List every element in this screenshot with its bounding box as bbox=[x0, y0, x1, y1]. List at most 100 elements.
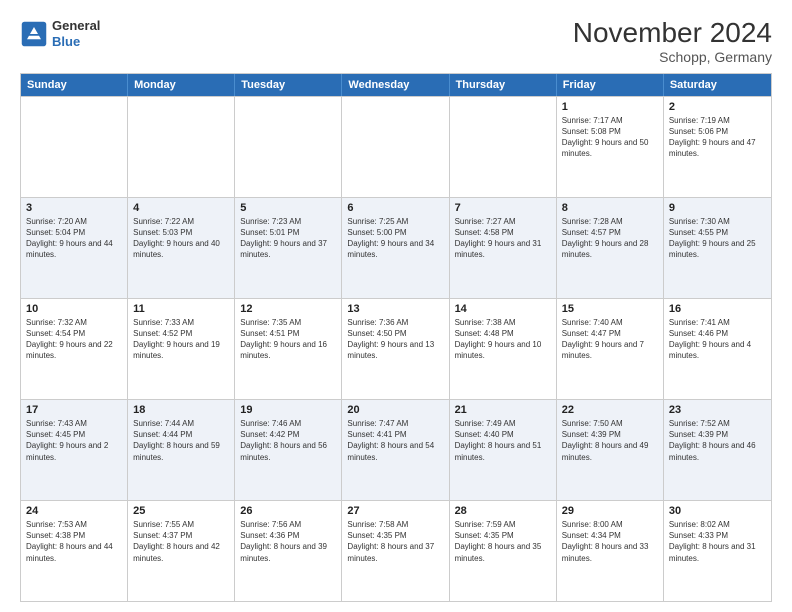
table-row bbox=[128, 97, 235, 197]
day-number: 15 bbox=[562, 303, 658, 315]
day-number: 30 bbox=[669, 505, 766, 517]
calendar-row: 10 Sunrise: 7:32 AMSunset: 4:54 PMDayligh… bbox=[21, 298, 771, 399]
day-number: 13 bbox=[347, 303, 443, 315]
day-number: 24 bbox=[26, 505, 122, 517]
page: General Blue November 2024 Schopp, Germa… bbox=[0, 0, 792, 612]
header-thursday: Thursday bbox=[450, 74, 557, 96]
header: General Blue November 2024 Schopp, Germa… bbox=[20, 18, 772, 65]
header-sunday: Sunday bbox=[21, 74, 128, 96]
table-row: 8Sunrise: 7:28 AMSunset: 4:57 PMDaylight… bbox=[557, 198, 664, 298]
calendar-body: 1 Sunrise: 7:17 AMSunset: 5:08 PMDaylight… bbox=[21, 96, 771, 601]
table-row: 1 Sunrise: 7:17 AMSunset: 5:08 PMDaylight… bbox=[557, 97, 664, 197]
cell-info: Sunrise: 7:50 AMSunset: 4:39 PMDaylight:… bbox=[562, 418, 658, 463]
cell-info: Sunrise: 7:35 AMSunset: 4:51 PMDaylight:… bbox=[240, 317, 336, 362]
cell-info: Sunrise: 7:36 AMSunset: 4:50 PMDaylight:… bbox=[347, 317, 443, 362]
table-row: 23 Sunrise: 7:52 AMSunset: 4:39 PMDayligh… bbox=[664, 400, 771, 500]
cell-info: Sunrise: 7:56 AMSunset: 4:36 PMDaylight:… bbox=[240, 519, 336, 564]
table-row: 11 Sunrise: 7:33 AMSunset: 4:52 PMDayligh… bbox=[128, 299, 235, 399]
month-title: November 2024 bbox=[573, 18, 772, 49]
day-number: 6 bbox=[347, 202, 443, 214]
day-number: 10 bbox=[26, 303, 122, 315]
cell-info: Sunrise: 7:49 AMSunset: 4:40 PMDaylight:… bbox=[455, 418, 551, 463]
calendar-row: 24 Sunrise: 7:53 AMSunset: 4:38 PMDayligh… bbox=[21, 500, 771, 601]
cell-info: Sunrise: 7:52 AMSunset: 4:39 PMDaylight:… bbox=[669, 418, 766, 463]
cell-info: Sunrise: 7:46 AMSunset: 4:42 PMDaylight:… bbox=[240, 418, 336, 463]
cell-info: Sunrise: 7:47 AMSunset: 4:41 PMDaylight:… bbox=[347, 418, 443, 463]
table-row: 7 Sunrise: 7:27 AMSunset: 4:58 PMDaylight… bbox=[450, 198, 557, 298]
cell-info: Sunrise: 7:38 AMSunset: 4:48 PMDaylight:… bbox=[455, 317, 551, 362]
cell-info: Sunrise: 7:27 AMSunset: 4:58 PMDaylight:… bbox=[455, 216, 551, 261]
table-row: 27Sunrise: 7:58 AMSunset: 4:35 PMDayligh… bbox=[342, 501, 449, 601]
table-row: 3 Sunrise: 7:20 AMSunset: 5:04 PMDaylight… bbox=[21, 198, 128, 298]
header-friday: Friday bbox=[557, 74, 664, 96]
day-number: 28 bbox=[455, 505, 551, 517]
table-row: 20 Sunrise: 7:47 AMSunset: 4:41 PMDayligh… bbox=[342, 400, 449, 500]
cell-info: Sunrise: 7:43 AMSunset: 4:45 PMDaylight:… bbox=[26, 418, 122, 463]
cell-info: Sunrise: 7:17 AMSunset: 5:08 PMDaylight:… bbox=[562, 115, 658, 160]
calendar: Sunday Monday Tuesday Wednesday Thursday… bbox=[20, 73, 772, 602]
logo-text: General Blue bbox=[52, 18, 100, 49]
table-row bbox=[21, 97, 128, 197]
table-row: 28 Sunrise: 7:59 AMSunset: 4:35 PMDayligh… bbox=[450, 501, 557, 601]
table-row: 17 Sunrise: 7:43 AMSunset: 4:45 PMDayligh… bbox=[21, 400, 128, 500]
cell-info: Sunrise: 7:22 AMSunset: 5:03 PMDaylight:… bbox=[133, 216, 229, 261]
day-number: 1 bbox=[562, 101, 658, 113]
cell-info: Sunrise: 7:32 AMSunset: 4:54 PMDaylight:… bbox=[26, 317, 122, 362]
cell-info: Sunrise: 7:53 AMSunset: 4:38 PMDaylight:… bbox=[26, 519, 122, 564]
table-row: 9 Sunrise: 7:30 AMSunset: 4:55 PMDaylight… bbox=[664, 198, 771, 298]
calendar-row: 3 Sunrise: 7:20 AMSunset: 5:04 PMDaylight… bbox=[21, 197, 771, 298]
table-row: 22 Sunrise: 7:50 AMSunset: 4:39 PMDayligh… bbox=[557, 400, 664, 500]
cell-info: Sunrise: 7:33 AMSunset: 4:52 PMDaylight:… bbox=[133, 317, 229, 362]
table-row: 21Sunrise: 7:49 AMSunset: 4:40 PMDayligh… bbox=[450, 400, 557, 500]
day-number: 29 bbox=[562, 505, 658, 517]
day-number: 14 bbox=[455, 303, 551, 315]
day-number: 17 bbox=[26, 404, 122, 416]
day-number: 3 bbox=[26, 202, 122, 214]
day-number: 16 bbox=[669, 303, 766, 315]
day-number: 11 bbox=[133, 303, 229, 315]
table-row: 13 Sunrise: 7:36 AMSunset: 4:50 PMDayligh… bbox=[342, 299, 449, 399]
cell-info: Sunrise: 7:25 AMSunset: 5:00 PMDaylight:… bbox=[347, 216, 443, 261]
cell-info: Sunrise: 8:00 AMSunset: 4:34 PMDaylight:… bbox=[562, 519, 658, 564]
day-number: 26 bbox=[240, 505, 336, 517]
cell-info: Sunrise: 7:30 AMSunset: 4:55 PMDaylight:… bbox=[669, 216, 766, 261]
table-row: 5Sunrise: 7:23 AMSunset: 5:01 PMDaylight… bbox=[235, 198, 342, 298]
day-number: 27 bbox=[347, 505, 443, 517]
header-saturday: Saturday bbox=[664, 74, 771, 96]
cell-info: Sunrise: 8:02 AMSunset: 4:33 PMDaylight:… bbox=[669, 519, 766, 564]
day-number: 7 bbox=[455, 202, 551, 214]
cell-info: Sunrise: 7:59 AMSunset: 4:35 PMDaylight:… bbox=[455, 519, 551, 564]
day-number: 18 bbox=[133, 404, 229, 416]
day-number: 8 bbox=[562, 202, 658, 214]
logo: General Blue bbox=[20, 18, 100, 49]
day-number: 23 bbox=[669, 404, 766, 416]
cell-info: Sunrise: 7:20 AMSunset: 5:04 PMDaylight:… bbox=[26, 216, 122, 261]
cell-info: Sunrise: 7:40 AMSunset: 4:47 PMDaylight:… bbox=[562, 317, 658, 362]
table-row: 2 Sunrise: 7:19 AMSunset: 5:06 PMDaylight… bbox=[664, 97, 771, 197]
cell-info: Sunrise: 7:19 AMSunset: 5:06 PMDaylight:… bbox=[669, 115, 766, 160]
day-number: 9 bbox=[669, 202, 766, 214]
table-row: 14 Sunrise: 7:38 AMSunset: 4:48 PMDayligh… bbox=[450, 299, 557, 399]
table-row: 24 Sunrise: 7:53 AMSunset: 4:38 PMDayligh… bbox=[21, 501, 128, 601]
table-row: 6 Sunrise: 7:25 AMSunset: 5:00 PMDaylight… bbox=[342, 198, 449, 298]
logo-icon bbox=[20, 20, 48, 48]
calendar-row: 1 Sunrise: 7:17 AMSunset: 5:08 PMDaylight… bbox=[21, 96, 771, 197]
table-row: 16Sunrise: 7:41 AMSunset: 4:46 PMDayligh… bbox=[664, 299, 771, 399]
location: Schopp, Germany bbox=[573, 49, 772, 65]
logo-general: General bbox=[52, 18, 100, 34]
table-row: 30 Sunrise: 8:02 AMSunset: 4:33 PMDayligh… bbox=[664, 501, 771, 601]
day-number: 12 bbox=[240, 303, 336, 315]
table-row: 29 Sunrise: 8:00 AMSunset: 4:34 PMDayligh… bbox=[557, 501, 664, 601]
table-row: 26 Sunrise: 7:56 AMSunset: 4:36 PMDayligh… bbox=[235, 501, 342, 601]
day-number: 19 bbox=[240, 404, 336, 416]
header-tuesday: Tuesday bbox=[235, 74, 342, 96]
table-row: 10 Sunrise: 7:32 AMSunset: 4:54 PMDayligh… bbox=[21, 299, 128, 399]
table-row: 4 Sunrise: 7:22 AMSunset: 5:03 PMDaylight… bbox=[128, 198, 235, 298]
day-number: 2 bbox=[669, 101, 766, 113]
cell-info: Sunrise: 7:44 AMSunset: 4:44 PMDaylight:… bbox=[133, 418, 229, 463]
cell-info: Sunrise: 7:55 AMSunset: 4:37 PMDaylight:… bbox=[133, 519, 229, 564]
calendar-row: 17 Sunrise: 7:43 AMSunset: 4:45 PMDayligh… bbox=[21, 399, 771, 500]
day-number: 4 bbox=[133, 202, 229, 214]
day-number: 20 bbox=[347, 404, 443, 416]
day-number: 22 bbox=[562, 404, 658, 416]
